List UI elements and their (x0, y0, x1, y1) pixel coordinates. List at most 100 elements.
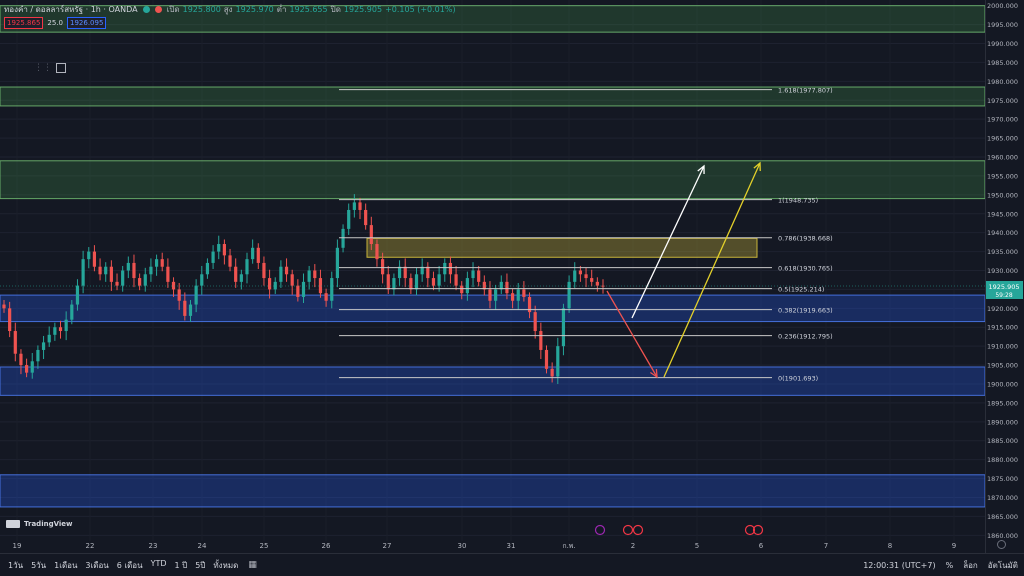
x-tick-label: 2 (631, 542, 635, 550)
market-open-icon (142, 5, 150, 13)
y-tick-label: 1965.000 (987, 135, 1018, 143)
candle (426, 266, 430, 279)
candle (228, 255, 232, 267)
rectangle-tool-icon[interactable] (56, 63, 66, 73)
candle (516, 289, 520, 301)
x-tick-label: 26 (322, 542, 331, 550)
y-tick-label: 1880.000 (987, 456, 1018, 464)
y-tick-label: 1900.000 (987, 380, 1018, 388)
log-toggle[interactable]: ล็อก (963, 559, 978, 572)
sell-button[interactable]: 1925.865 (4, 17, 44, 29)
candle (109, 266, 113, 282)
candle (70, 304, 74, 320)
y-tick-label: 1890.000 (987, 418, 1018, 426)
candle (234, 266, 238, 282)
candle (573, 270, 577, 282)
candle (578, 270, 582, 275)
range-all[interactable]: ทั้งหมด (213, 559, 238, 572)
candle (318, 278, 323, 294)
range-ytd[interactable]: YTD (151, 559, 167, 572)
candle (544, 349, 549, 369)
price-chart[interactable]: 1.618(1977.807) 1(1948.735) 0.786(1938.668… (0, 0, 1024, 575)
y-tick-label: 1970.000 (987, 116, 1018, 124)
calendar-icon[interactable]: ▦ (248, 560, 257, 570)
candle (431, 278, 436, 286)
candle (505, 281, 509, 294)
candle (561, 308, 566, 347)
range-1d[interactable]: 1วัน (8, 559, 23, 572)
tradingview-logo: TradingView (6, 520, 73, 528)
y-tick-label: 1990.000 (987, 40, 1018, 48)
fib-level-label: 0.382(1919.663) (778, 307, 833, 315)
low-value: 1925.655 (289, 4, 328, 14)
scale-controls: 12:00:31 (UTC+7) % ล็อก อัตโนมัติ (863, 559, 1018, 572)
candle (160, 259, 164, 267)
candle (369, 225, 373, 245)
candle (194, 285, 198, 305)
y-tick-label: 1940.000 (987, 229, 1018, 237)
buy-button[interactable]: 1926.095 (67, 17, 107, 29)
y-tick-label: 1985.000 (987, 59, 1018, 67)
candle (533, 312, 537, 332)
candle (454, 274, 458, 286)
range-1m[interactable]: 1เดือน (54, 559, 77, 572)
legend-header: ทองคำ / ดอลลาร์สหรัฐ · 1h · OANDA เปิด 19… (4, 3, 456, 15)
logo-text: TradingView (24, 520, 73, 528)
candle (183, 300, 187, 316)
candle (25, 365, 29, 373)
candle (188, 304, 193, 316)
x-tick-label: 8 (888, 542, 892, 550)
fib-level-label: 0.5(1925.214) (778, 286, 824, 294)
candle (121, 270, 125, 286)
candle (251, 247, 255, 260)
range-5y[interactable]: 5ปี (195, 559, 205, 572)
candle (488, 289, 492, 301)
candle (494, 289, 498, 301)
settings-gear-icon[interactable] (997, 540, 1006, 549)
high-value: 1925.970 (235, 4, 274, 14)
economic-event-icon (594, 524, 606, 536)
symbol-title[interactable]: ทองคำ / ดอลลาร์สหรัฐ · 1h · OANDA (4, 3, 138, 16)
range-6m[interactable]: 6 เดือน (117, 559, 143, 572)
candle (36, 349, 40, 362)
range-1y[interactable]: 1 ปี (175, 559, 188, 572)
drawing-toolbar[interactable]: ⋮⋮ (34, 60, 66, 76)
range-3m[interactable]: 3เดือน (85, 559, 108, 572)
y-tick-label: 1920.000 (987, 305, 1018, 313)
x-tick-label: 23 (149, 542, 158, 550)
candle (2, 304, 6, 309)
candle (290, 274, 294, 286)
economic-event-icon (622, 524, 634, 536)
y-tick-label: 1870.000 (987, 494, 1018, 502)
candle (556, 346, 560, 377)
candle (313, 270, 317, 279)
candle (98, 266, 102, 275)
candle (437, 274, 441, 286)
candle (510, 293, 515, 301)
y-tick-label: 1885.000 (987, 437, 1018, 445)
auto-toggle[interactable]: อัตโนมัติ (988, 559, 1018, 572)
candle (41, 342, 46, 350)
data-status-icon (154, 5, 162, 13)
candle (256, 247, 260, 263)
clock-time[interactable]: 12:00:31 (UTC+7) (863, 561, 935, 570)
candle (324, 293, 328, 301)
price-scale-divider (985, 0, 986, 553)
y-tick-label: 1875.000 (987, 475, 1018, 483)
range-5d[interactable]: 5วัน (31, 559, 46, 572)
candle (301, 281, 306, 297)
x-tick-label: 6 (759, 542, 764, 550)
candle (330, 278, 334, 301)
x-tick-label: 22 (86, 542, 95, 550)
y-tick-label: 1975.000 (987, 97, 1018, 105)
candle (200, 274, 204, 286)
drag-handle-icon[interactable]: ⋮⋮ (34, 63, 52, 73)
x-tick-label: 24 (198, 542, 207, 550)
candle (154, 259, 159, 267)
high-label: สูง (223, 4, 233, 14)
y-tick-label: 1905.000 (987, 362, 1018, 370)
x-tick-label: ก.พ. (562, 542, 575, 550)
candle (132, 262, 136, 279)
percent-toggle[interactable]: % (946, 561, 954, 570)
candle (149, 266, 153, 275)
